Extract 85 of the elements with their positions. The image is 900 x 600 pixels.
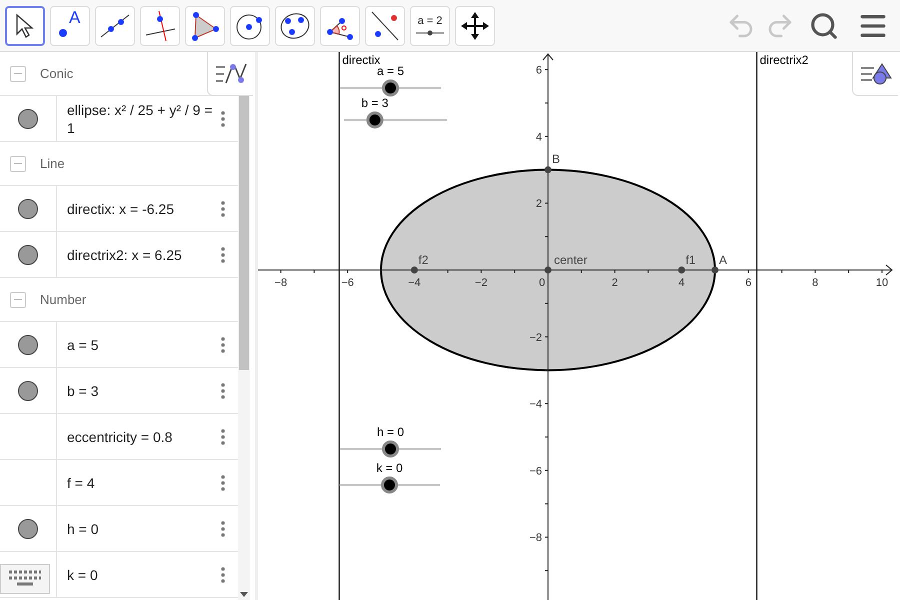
line-label: directix (342, 53, 380, 67)
visibility-toggle[interactable] (18, 244, 38, 264)
graphics-style-button[interactable] (852, 52, 898, 96)
slider-label: b = 3 (361, 96, 388, 110)
more-options-icon[interactable] (221, 566, 225, 582)
axis-label: 0 (538, 277, 546, 289)
keyboard-button[interactable] (0, 564, 50, 594)
algebra-entry[interactable]: eccentricity = 0.8 (67, 428, 215, 446)
point (410, 266, 418, 274)
scrollbar[interactable] (238, 96, 250, 600)
axis-label: −6 (341, 277, 354, 289)
visibility-toggle[interactable] (18, 198, 38, 218)
algebra-entry[interactable]: k = 0 (67, 566, 215, 584)
axis-label: 8 (812, 277, 818, 289)
scroll-down-icon[interactable] (240, 592, 248, 597)
slider-label: k = 0 (376, 461, 403, 475)
point-label: f1 (686, 253, 696, 267)
slider-thumb[interactable] (382, 80, 399, 96)
more-options-icon[interactable] (221, 428, 225, 444)
visibility-toggle[interactable] (18, 334, 38, 354)
collapse-toggle[interactable] (10, 66, 26, 82)
axis-label: −8 (274, 277, 288, 289)
line-label: directrix2 (760, 53, 808, 67)
point-label: A (719, 253, 728, 267)
move-arrows-icon (461, 12, 489, 40)
collapse-toggle[interactable] (10, 156, 26, 172)
point (544, 166, 552, 174)
slider-thumb[interactable] (382, 440, 399, 458)
axis-label: 6 (745, 277, 752, 289)
keyboard-icon (8, 570, 42, 588)
more-options-icon[interactable] (221, 336, 225, 352)
axis-label: 6 (536, 64, 542, 77)
more-options-icon[interactable] (221, 382, 225, 398)
function-style-icon (214, 62, 246, 86)
axis-label: 2 (536, 198, 542, 210)
tool-button[interactable] (5, 6, 45, 46)
line-icon (99, 12, 131, 40)
axis-label: 4 (536, 131, 542, 144)
more-options-icon[interactable] (221, 110, 225, 126)
more-options-icon[interactable] (221, 200, 225, 216)
algebra-entry[interactable]: ellipse: x² / 25 + y² / 9 = 1 (67, 100, 215, 136)
style-bar-icon (860, 62, 892, 86)
point-label: center (554, 253, 588, 267)
axis-label: −2 (474, 277, 488, 289)
visibility-toggle[interactable] (18, 518, 38, 538)
slider-thumb[interactable] (366, 112, 384, 128)
slider-label: a = 5 (376, 64, 404, 78)
axis-label: −4 (529, 398, 542, 411)
algebra-entry[interactable]: directrix2: x = 6.25 (67, 246, 215, 264)
axis-label: −4 (408, 277, 421, 289)
slider-thumb[interactable] (381, 476, 398, 494)
axis-label: −8 (529, 532, 542, 544)
algebra-entry[interactable]: h = 0 (67, 520, 215, 538)
algebra-style-button[interactable] (207, 52, 253, 96)
ellipse-icon (279, 10, 311, 40)
point-label: f2 (418, 253, 428, 267)
axis-label: −6 (529, 465, 542, 478)
reflect-icon (369, 10, 401, 42)
collapse-toggle[interactable] (10, 292, 26, 308)
more-options-icon[interactable] (221, 474, 225, 490)
point (544, 266, 552, 274)
visibility-toggle[interactable] (18, 380, 38, 400)
axis-label: 10 (876, 277, 888, 289)
visibility-toggle[interactable] (18, 108, 38, 128)
algebra-entry[interactable]: b = 3 (67, 382, 215, 400)
more-options-icon[interactable] (221, 246, 225, 262)
group-title: Line (40, 154, 65, 173)
slider-label: h = 0 (376, 425, 404, 439)
tool-button[interactable]: a = 2 (410, 6, 450, 46)
more-options-icon[interactable] (221, 520, 225, 536)
point (678, 266, 686, 274)
point-label: B (552, 152, 560, 166)
triangle-icon (190, 10, 220, 40)
algebra-entry[interactable]: directix: x = -6.25 (67, 200, 215, 218)
axis-label: 2 (612, 277, 618, 289)
arrow-cursor-icon (14, 12, 36, 38)
algebra-entry[interactable]: f = 4 (67, 474, 215, 492)
group-title: Number (40, 290, 86, 309)
axis-label: −2 (529, 332, 542, 344)
algebra-entry[interactable]: a = 5 (67, 336, 215, 354)
axis-label: 4 (678, 277, 685, 289)
group-title: Conic (40, 64, 74, 83)
perpendicular-line-icon (144, 10, 176, 42)
point (712, 266, 718, 274)
search-icon (809, 10, 839, 40)
